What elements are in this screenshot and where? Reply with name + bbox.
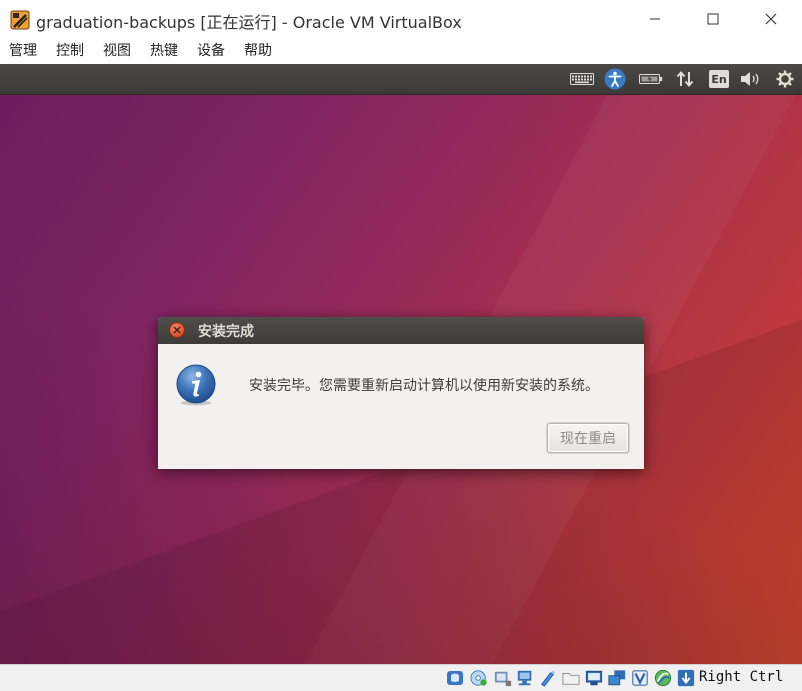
menu-bar: 管理 控制 视图 热键 设备 帮助 bbox=[0, 38, 802, 64]
statusbar-usb[interactable] bbox=[539, 668, 557, 688]
panel-accessibility-indicator[interactable] bbox=[604, 68, 626, 90]
window-titlebar[interactable]: graduation-backups [正在运行] - Oracle VM Vi… bbox=[0, 0, 802, 38]
usb-pen-icon bbox=[541, 670, 556, 687]
maximize-icon bbox=[707, 13, 719, 25]
statusbar-shared-folders[interactable] bbox=[562, 668, 580, 688]
minimize-button[interactable] bbox=[632, 0, 678, 38]
keyboard-icon bbox=[570, 73, 594, 85]
panel-network-indicator[interactable] bbox=[675, 69, 695, 89]
host-key-label: Right Ctrl bbox=[699, 669, 784, 685]
panel-system-menu[interactable] bbox=[774, 69, 796, 89]
network-icon bbox=[517, 670, 532, 686]
menu-hotkeys[interactable]: 热键 bbox=[141, 38, 186, 64]
statusbar-harddisk[interactable] bbox=[446, 668, 464, 688]
speaker-icon bbox=[741, 72, 759, 86]
folder-icon bbox=[562, 673, 580, 685]
keyboard-layout-badge: En bbox=[709, 70, 729, 88]
vt-x-icon bbox=[632, 670, 648, 686]
optical-disc-icon bbox=[470, 670, 487, 686]
network-arrows-icon bbox=[676, 70, 694, 88]
battery-icon bbox=[639, 74, 663, 84]
panel-battery-indicator[interactable] bbox=[638, 69, 664, 89]
statusbar-guest-additions[interactable] bbox=[654, 668, 672, 688]
statusbar-recording[interactable] bbox=[608, 668, 626, 688]
virtualbox-statusbar: Right Ctrl bbox=[0, 664, 802, 691]
statusbar-virtualization[interactable] bbox=[631, 668, 649, 688]
close-window-button[interactable] bbox=[748, 0, 794, 38]
close-icon bbox=[173, 326, 181, 334]
audio-icon bbox=[494, 671, 512, 687]
accessibility-icon bbox=[604, 68, 626, 90]
panel-keyboard-layout-indicator[interactable]: En bbox=[708, 69, 730, 89]
statusbar-display[interactable] bbox=[585, 668, 603, 688]
menu-view[interactable]: 视图 bbox=[94, 38, 139, 64]
dialog-titlebar[interactable]: 安装完成 bbox=[158, 317, 644, 344]
close-icon bbox=[765, 13, 777, 25]
statusbar-host-key-capture[interactable] bbox=[677, 668, 695, 688]
panel-keyboard-indicator[interactable] bbox=[569, 69, 595, 89]
statusbar-optical-drive[interactable] bbox=[470, 668, 488, 688]
window-title: graduation-backups [正在运行] - Oracle VM Vi… bbox=[36, 13, 462, 32]
menu-control[interactable]: 控制 bbox=[47, 38, 92, 64]
harddisk-icon bbox=[447, 671, 463, 685]
ubuntu-top-panel: En bbox=[0, 64, 802, 95]
maximize-button[interactable] bbox=[690, 0, 736, 38]
stacked-windows-icon bbox=[608, 670, 626, 686]
panel-sound-indicator[interactable] bbox=[739, 69, 763, 89]
display-icon bbox=[585, 670, 603, 686]
minimize-icon bbox=[650, 18, 660, 20]
menu-manage[interactable]: 管理 bbox=[0, 38, 45, 64]
statusbar-audio[interactable] bbox=[494, 668, 512, 688]
dialog-title: 安装完成 bbox=[198, 324, 254, 340]
mouse-integration-icon bbox=[654, 669, 672, 687]
menu-devices[interactable]: 设备 bbox=[188, 38, 233, 64]
dialog-close-button[interactable] bbox=[169, 322, 185, 338]
menu-help[interactable]: 帮助 bbox=[235, 38, 280, 64]
keyboard-layout-label: En bbox=[711, 72, 727, 86]
info-icon bbox=[176, 364, 216, 406]
virtualbox-app-icon bbox=[10, 10, 30, 30]
down-arrow-icon bbox=[677, 669, 695, 687]
restart-now-button[interactable]: 现在重启 bbox=[547, 423, 629, 453]
dialog-message: 安装完毕。您需要重新启动计算机以使用新安装的系统。 bbox=[249, 378, 599, 394]
install-complete-dialog: 安装完成 安装完毕。您需要重新启动计算机以使用新安装的系统。 现在重启 bbox=[158, 317, 644, 469]
gear-icon bbox=[776, 70, 794, 88]
statusbar-network[interactable] bbox=[516, 668, 534, 688]
